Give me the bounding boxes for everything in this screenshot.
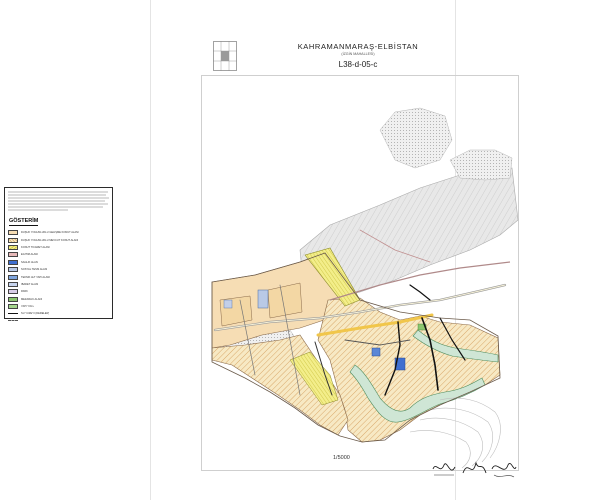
legend-swatch xyxy=(8,252,18,258)
legend-item: DÜŞÜK YOĞUNLUKLU GELİŞME KONUT ALANI xyxy=(8,229,112,236)
legend-item: KONUT TİCARET ALANI xyxy=(8,244,112,251)
legend-note-block xyxy=(8,191,109,211)
legend-item: DÜŞÜK YOĞUNLUKLU MEVCUT KONUT ALANI xyxy=(8,236,112,243)
legend-item: TEKNİK ALT YAPI ALANI xyxy=(8,273,112,280)
legend-item: MEZARLIK ALANI xyxy=(8,296,112,303)
legend-item xyxy=(8,318,112,325)
legend-panel: GÖSTERİM DÜŞÜK YOĞUNLUKLU GELİŞME KONUT … xyxy=(4,187,113,323)
legend-list: DÜŞÜK YOĞUNLUKLU GELİŞME KONUT ALANI DÜŞ… xyxy=(8,229,112,325)
map-sheet: KAHRAMANMARAŞ-ELBİSTAN (İZGİN MAHALLESİ)… xyxy=(0,0,600,500)
legend-item: SU YÜZEYİ (DERELER) xyxy=(8,310,112,317)
legend-item: YAPI YOLU xyxy=(8,303,112,310)
legend-item: EĞİTİM ALANI xyxy=(8,251,112,258)
legend-label: İBADET ALANI xyxy=(21,282,39,286)
legend-label: SOSYAL TESİS ALANI xyxy=(21,268,48,272)
legend-swatch xyxy=(8,304,18,310)
legend-label: DÜŞÜK YOĞUNLUKLU MEVCUT KONUT ALANI xyxy=(21,238,79,242)
legend-label: PARK xyxy=(21,290,28,294)
signature-stamp xyxy=(462,461,487,474)
legend-swatch xyxy=(8,320,18,323)
signature-stamp xyxy=(432,463,456,476)
legend-item: PARK xyxy=(8,288,112,295)
legend-label: SU YÜZEYİ (DERELER) xyxy=(21,312,50,316)
legend-swatch xyxy=(8,237,18,243)
legend-label: DÜŞÜK YOĞUNLUKLU GELİŞME KONUT ALANI xyxy=(21,231,79,235)
legend-swatch xyxy=(8,289,18,295)
legend-item: SOSYAL TESİS ALANI xyxy=(8,266,112,273)
legend-swatch xyxy=(8,312,18,315)
legend-label: YAPI YOLU xyxy=(21,305,35,309)
signature-stamp xyxy=(491,463,517,478)
map-scale: 1/5000 xyxy=(333,455,350,461)
legend-title: GÖSTERİM xyxy=(9,218,39,226)
legend-swatch xyxy=(8,267,18,273)
legend-label: KONUT TİCARET ALANI xyxy=(21,245,50,249)
legend-item: İBADET ALANI xyxy=(8,281,112,288)
legend-label: TEKNİK ALT YAPI ALANI xyxy=(21,275,50,279)
legend-swatch xyxy=(8,274,18,280)
legend-label: EĞİTİM ALANI xyxy=(21,253,39,257)
legend-swatch xyxy=(8,230,18,236)
legend-swatch xyxy=(8,244,18,250)
signature-block xyxy=(430,455,520,485)
legend-swatch xyxy=(8,259,18,265)
legend-item: SAĞLIK ALANI xyxy=(8,259,112,266)
legend-swatch xyxy=(8,281,18,287)
legend-label: SAĞLIK ALANI xyxy=(21,260,39,264)
legend-swatch xyxy=(8,296,18,302)
legend-label: MEZARLIK ALANI xyxy=(21,297,43,301)
